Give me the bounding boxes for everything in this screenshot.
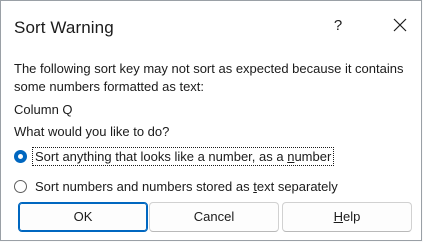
close-button[interactable] xyxy=(387,14,413,38)
radio-button-unselected[interactable] xyxy=(14,179,27,193)
dialog-title: Sort Warning xyxy=(14,18,114,37)
question-label: What would you like to do? xyxy=(14,124,170,139)
title-bar: Sort Warning ? xyxy=(1,1,421,51)
option-sort-separately[interactable]: Sort numbers and numbers stored as text … xyxy=(14,175,340,197)
help-button[interactable]: Help xyxy=(282,202,412,232)
label-text: umber xyxy=(294,148,332,164)
label-text: Sort numbers and numbers stored as xyxy=(35,178,254,194)
column-name: Column Q xyxy=(14,102,73,117)
radio-button-selected[interactable] xyxy=(14,149,27,163)
accelerator-key: H xyxy=(333,209,344,224)
option-sort-separately-label: Sort numbers and numbers stored as text … xyxy=(33,178,340,195)
close-icon xyxy=(393,18,407,32)
sort-warning-dialog: Sort Warning ? The following sort key ma… xyxy=(0,0,422,241)
cancel-button[interactable]: Cancel xyxy=(149,202,279,232)
ok-button[interactable]: OK xyxy=(18,202,148,232)
option-sort-as-number-label: Sort anything that looks like a number, … xyxy=(31,146,335,166)
help-title-button[interactable]: ? xyxy=(327,14,349,38)
button-label: elp xyxy=(343,209,361,224)
warning-message: The following sort key may not sort as e… xyxy=(14,61,404,94)
label-text: ext separately xyxy=(256,178,338,194)
label-text: Sort anything that looks like a number, … xyxy=(35,148,288,164)
option-sort-as-number[interactable]: Sort anything that looks like a number, … xyxy=(14,145,335,167)
